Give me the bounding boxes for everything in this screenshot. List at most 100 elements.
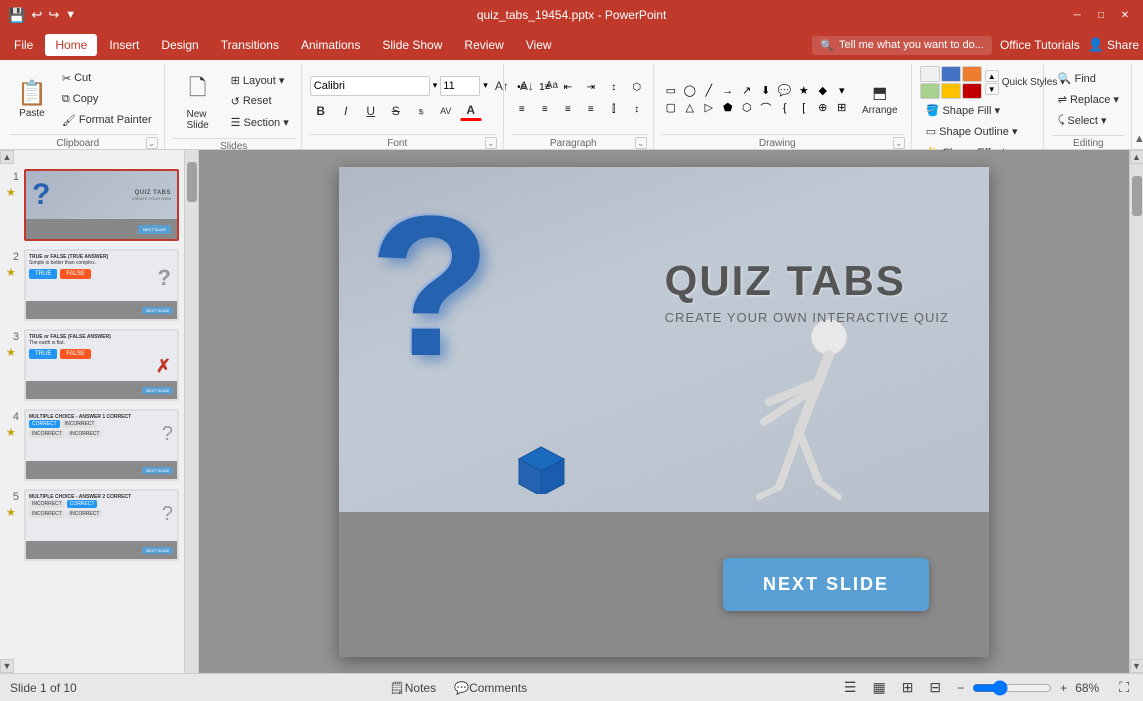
increase-indent-btn[interactable]: ⇥ <box>581 78 601 96</box>
columns-btn[interactable]: ⫿ <box>604 100 624 118</box>
share-btn[interactable]: 👤 Share <box>1088 37 1139 53</box>
slide-img-4[interactable]: MULTIPLE CHOICE - ANSWER 1 CORRECT CORRE… <box>24 409 179 481</box>
font-family-input[interactable] <box>310 76 430 96</box>
shape-rtarrow[interactable]: ▷ <box>700 100 718 116</box>
notes-btn[interactable]: 🗒 Notes <box>386 679 441 697</box>
reset-btn[interactable]: ↺ Reset <box>225 92 295 111</box>
shape-fill-btn[interactable]: 🪣 Shape Fill ▾ <box>920 101 1065 120</box>
comments-btn[interactable]: 💬 Comments <box>450 679 531 697</box>
save-icon[interactable]: 💾 <box>8 7 25 24</box>
next-slide-btn[interactable]: NEXT SLIDE <box>723 558 929 611</box>
underline-btn[interactable]: U <box>360 101 382 121</box>
search-box[interactable]: 🔍 Tell me what you want to do... <box>812 36 992 55</box>
undo-btn[interactable]: ↩ <box>31 7 42 23</box>
align-left-btn[interactable]: ≡ <box>512 100 532 118</box>
slide-img-3[interactable]: TRUE or FALSE (FALSE ANSWER) The earth i… <box>24 329 179 401</box>
layout-btn[interactable]: ⊞ Layout ▾ <box>225 71 295 90</box>
slide-thumb-1[interactable]: 1 ★ ? QUIZ TABS CREATE YOUR OWN <box>5 169 179 241</box>
shape-triangle[interactable]: △ <box>681 100 699 116</box>
menu-home[interactable]: Home <box>45 34 97 56</box>
zoom-in-btn[interactable]: + <box>1056 679 1071 697</box>
menu-design[interactable]: Design <box>151 34 208 56</box>
slide-img-1[interactable]: ? QUIZ TABS CREATE YOUR OWN NEXT SLIDE <box>24 169 179 241</box>
shape-star[interactable]: ★ <box>795 83 813 99</box>
font-family-arrow[interactable]: ▾ <box>433 80 438 91</box>
new-slide-btn[interactable]: 🗋 NewSlide <box>173 66 223 136</box>
panel-thumb[interactable] <box>187 162 197 202</box>
shape-arrow[interactable]: → <box>719 83 737 99</box>
shape-brace[interactable]: { <box>776 100 794 116</box>
drawing-expand[interactable]: ⌄ <box>893 137 905 149</box>
menu-review[interactable]: Review <box>454 34 513 56</box>
ribbon-collapse-btn[interactable]: ▲ <box>1134 64 1143 149</box>
shape-plus[interactable]: ⊕ <box>814 100 832 116</box>
shape-outline-btn[interactable]: ▭ Shape Outline ▾ <box>920 122 1065 141</box>
bullets-btn[interactable]: •≡ <box>512 78 532 96</box>
shape-circle[interactable]: ◯ <box>681 83 699 99</box>
style-swatch-1[interactable] <box>920 66 940 82</box>
cut-btn[interactable]: ✂ Cut <box>56 69 158 88</box>
quick-access-icon[interactable]: ▼ <box>65 9 76 21</box>
zoom-out-btn[interactable]: − <box>953 679 968 697</box>
section-btn[interactable]: ☰ Section ▾ <box>225 113 295 132</box>
arrange-btn[interactable]: ⬒ Arrange <box>855 78 905 121</box>
copy-btn[interactable]: ⧉ Copy <box>56 90 158 109</box>
styles-down-btn[interactable]: ▼ <box>985 83 999 95</box>
redo-btn[interactable]: ↪ <box>48 7 59 23</box>
shape-bracket[interactable]: [ <box>795 100 813 116</box>
font-expand[interactable]: ⌄ <box>485 137 497 149</box>
shadow-btn[interactable]: s <box>410 101 432 121</box>
menu-transitions[interactable]: Transitions <box>211 34 289 56</box>
convert-smartart-btn[interactable]: ⬡ <box>627 78 647 96</box>
right-scroll-up[interactable]: ▲ <box>1130 150 1143 164</box>
slide-thumb-3[interactable]: 3 ★ TRUE or FALSE (FALSE ANSWER) The ear… <box>5 329 179 401</box>
bold-btn[interactable]: B <box>310 101 332 121</box>
presentation-btn[interactable]: ⊟ <box>925 677 945 698</box>
reading-view-btn[interactable]: ⊞ <box>898 677 918 698</box>
right-thumb[interactable] <box>1132 176 1142 216</box>
style-swatch-5[interactable] <box>941 83 961 99</box>
strikethrough-btn[interactable]: S <box>385 101 407 121</box>
justify-btn[interactable]: ≡ <box>581 100 601 118</box>
menu-file[interactable]: File <box>4 34 43 56</box>
style-swatch-6[interactable] <box>962 83 982 99</box>
style-swatch-3[interactable] <box>962 66 982 82</box>
close-btn[interactable]: ✕ <box>1115 6 1135 24</box>
paste-btn[interactable]: 📋 Paste <box>10 74 54 124</box>
char-spacing-btn[interactable]: AV <box>435 101 457 121</box>
fit-window-btn[interactable]: ⛶ <box>1115 677 1133 698</box>
panel-scroll-up[interactable]: ▲ <box>0 150 14 164</box>
style-swatch-2[interactable] <box>941 66 961 82</box>
shape-curve[interactable]: ⌒ <box>757 100 775 116</box>
font-size-input[interactable] <box>440 76 480 96</box>
menu-animations[interactable]: Animations <box>291 34 370 56</box>
shape-rounded[interactable]: ▢ <box>662 100 680 116</box>
clipboard-expand[interactable]: ⌄ <box>146 137 158 149</box>
select-btn[interactable]: ⤹ Select ▾ <box>1052 111 1125 130</box>
panel-scroll-down[interactable]: ▼ <box>0 659 14 673</box>
menu-view[interactable]: View <box>516 34 562 56</box>
minimize-btn[interactable]: ─ <box>1067 6 1087 24</box>
shape-pentagon[interactable]: ⬟ <box>719 100 737 116</box>
line-spacing-btn[interactable]: ↕ <box>627 100 647 118</box>
slide-sorter-btn[interactable]: ▦ <box>868 677 889 698</box>
slide-thumb-5[interactable]: 5 ★ MULTIPLE CHOICE - ANSWER 2 CORRECT I… <box>5 489 179 561</box>
zoom-slider[interactable] <box>972 681 1052 695</box>
shape-rect[interactable]: ▭ <box>662 83 680 99</box>
shape-hex[interactable]: ⬡ <box>738 100 756 116</box>
style-swatch-4[interactable] <box>920 83 940 99</box>
menu-insert[interactable]: Insert <box>99 34 149 56</box>
decrease-indent-btn[interactable]: ⇤ <box>558 78 578 96</box>
font-color-btn[interactable]: A <box>460 101 482 121</box>
shape-down-arr[interactable]: ⬇ <box>757 83 775 99</box>
slide-img-2[interactable]: TRUE or FALSE (TRUE ANSWER) Simple is be… <box>24 249 179 321</box>
office-tutorials-btn[interactable]: Office Tutorials <box>1000 38 1080 52</box>
shape-line[interactable]: ╱ <box>700 83 718 99</box>
menu-slideshow[interactable]: Slide Show <box>372 34 452 56</box>
align-center-btn[interactable]: ≡ <box>535 100 555 118</box>
shape-minus[interactable]: ⊞ <box>833 100 851 116</box>
slide-thumb-4[interactable]: 4 ★ MULTIPLE CHOICE - ANSWER 1 CORRECT C… <box>5 409 179 481</box>
text-direction-btn[interactable]: ↕ <box>604 78 624 96</box>
numbered-btn[interactable]: 1≡ <box>535 78 555 96</box>
slide-thumb-2[interactable]: 2 ★ TRUE or FALSE (TRUE ANSWER) Simple i… <box>5 249 179 321</box>
